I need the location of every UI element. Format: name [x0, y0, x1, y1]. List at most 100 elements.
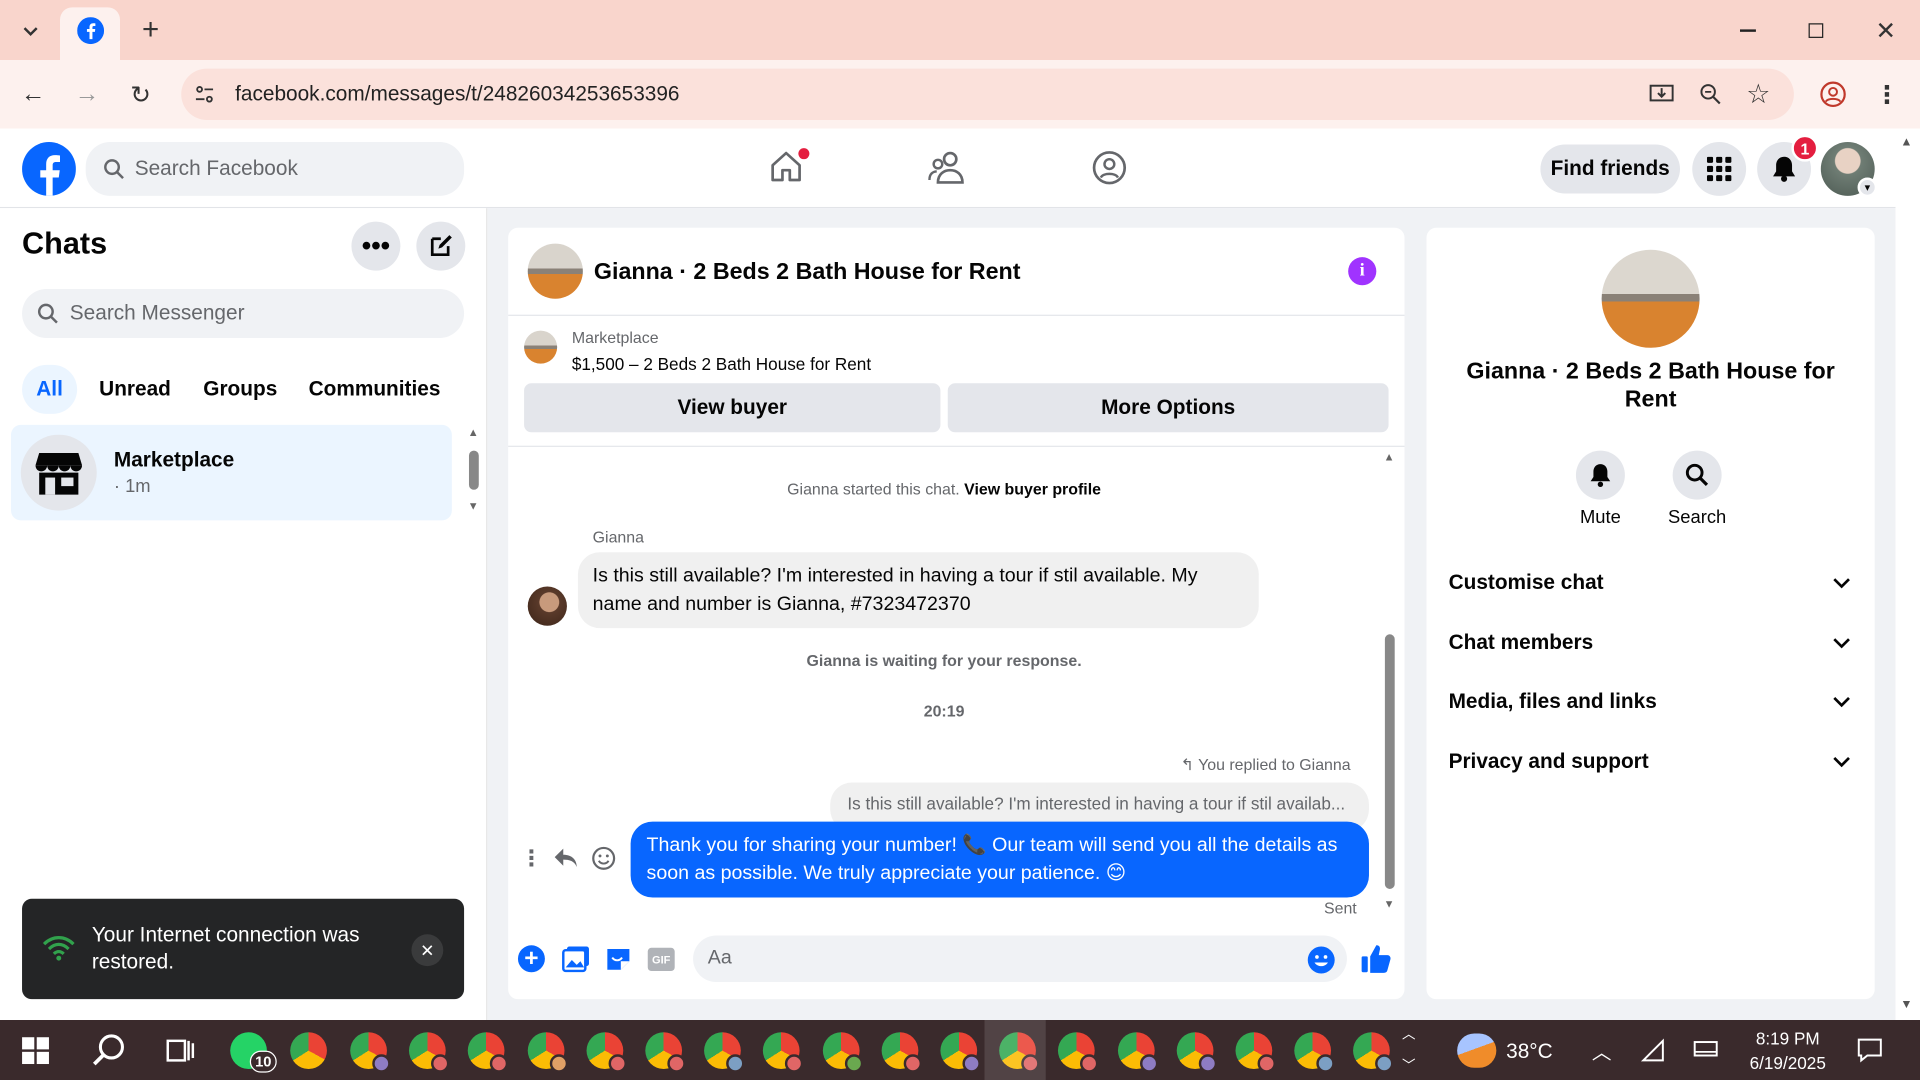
- back-icon[interactable]: ←: [17, 78, 49, 110]
- search-conversation-button[interactable]: [1672, 450, 1722, 500]
- weather-icon[interactable]: [1457, 1033, 1497, 1068]
- chrome-profile-taskbar-icon[interactable]: [1058, 1032, 1099, 1073]
- chrome-profile-taskbar-icon[interactable]: [645, 1032, 686, 1073]
- chrome-profile-taskbar-icon[interactable]: [468, 1032, 509, 1073]
- taskbar-overflow-arrows[interactable]: ︿ ﹀: [1402, 1024, 1419, 1078]
- chrome-profile-taskbar-icon[interactable]: [350, 1032, 391, 1073]
- find-friends-button[interactable]: Find friends: [1540, 144, 1681, 194]
- account-chevron-icon[interactable]: ▾: [1857, 177, 1878, 198]
- react-emoji-icon[interactable]: [591, 846, 616, 870]
- taskbar-clock[interactable]: 8:19 PM 6/19/2025: [1727, 1026, 1849, 1075]
- url-text[interactable]: facebook.com/messages/t/2482603425365339…: [235, 82, 679, 106]
- chrome-profile-taskbar-icon[interactable]: [704, 1032, 745, 1073]
- chrome-profile-taskbar-icon[interactable]: [763, 1032, 804, 1073]
- chrome-profile-taskbar-icon[interactable]: [527, 1032, 568, 1073]
- profile-badge-icon: [608, 1054, 627, 1073]
- view-buyer-profile-link[interactable]: View buyer profile: [964, 480, 1101, 498]
- mute-label: Mute: [1579, 506, 1621, 528]
- menu-button[interactable]: [1692, 142, 1747, 196]
- chrome-profile-taskbar-icon[interactable]: [1294, 1032, 1335, 1073]
- chats-options-button[interactable]: •••: [351, 221, 401, 271]
- listing-thumbnail[interactable]: [524, 330, 558, 364]
- chrome-profile-taskbar-icon[interactable]: [940, 1032, 981, 1073]
- section-customise-chat[interactable]: Customise chat: [1449, 571, 1856, 598]
- browser-tab-facebook[interactable]: [60, 7, 121, 61]
- facebook-logo-icon[interactable]: [22, 142, 76, 196]
- chrome-profile-taskbar-icon[interactable]: [586, 1032, 627, 1073]
- incoming-message[interactable]: Is this still available? I'm interested …: [577, 552, 1259, 629]
- taskbar-search-icon[interactable]: [91, 1032, 128, 1069]
- whatsapp-badge: 10: [249, 1050, 277, 1073]
- new-message-button[interactable]: [416, 221, 466, 271]
- forward-icon[interactable]: →: [71, 78, 103, 110]
- sender-avatar[interactable]: [527, 586, 567, 626]
- display-icon[interactable]: [1693, 1038, 1718, 1060]
- minimize-icon[interactable]: [1731, 15, 1763, 47]
- gif-icon[interactable]: GIF: [647, 947, 675, 972]
- network-icon[interactable]: [1640, 1038, 1668, 1062]
- profile-icon[interactable]: [1817, 78, 1849, 110]
- thread-scrollbar[interactable]: ▲ ▼: [1382, 451, 1399, 914]
- filter-all[interactable]: All: [22, 364, 78, 414]
- page-scrollbar[interactable]: ▲ ▼: [1895, 128, 1920, 1021]
- site-info-icon[interactable]: [191, 81, 218, 108]
- chrome-profile-taskbar-icon[interactable]: [881, 1032, 922, 1073]
- facebook-search-input[interactable]: Search Facebook: [85, 142, 465, 196]
- chrome-profile-taskbar-icon[interactable]: [1117, 1032, 1158, 1073]
- search-label: Search: [1668, 506, 1727, 528]
- more-options-button[interactable]: More Options: [947, 383, 1389, 433]
- chrome-taskbar-icon[interactable]: [290, 1032, 327, 1069]
- thread-avatar[interactable]: [527, 243, 583, 299]
- weather-temp[interactable]: 38°C: [1506, 1040, 1553, 1064]
- browser-menu-icon[interactable]: ⋮: [1871, 78, 1903, 110]
- messenger-search-input[interactable]: Search Messenger: [22, 288, 465, 338]
- chrome-profile-taskbar-icon[interactable]: [1235, 1032, 1276, 1073]
- section-privacy-support[interactable]: Privacy and support: [1449, 749, 1856, 776]
- close-window-icon[interactable]: ✕: [1870, 15, 1902, 47]
- clock-time: 8:19 PM: [1755, 1028, 1820, 1049]
- toast-close-icon[interactable]: ✕: [411, 934, 444, 967]
- reload-icon[interactable]: ↻: [125, 78, 157, 110]
- install-app-icon[interactable]: [1646, 78, 1678, 110]
- chat-list-scrollbar[interactable]: ▲ ▼: [468, 426, 480, 518]
- chat-list-item[interactable]: Marketplace · 1m: [11, 424, 452, 521]
- task-view-icon[interactable]: [165, 1036, 195, 1065]
- mute-button[interactable]: [1575, 450, 1625, 500]
- thread-title[interactable]: Gianna · 2 Beds 2 Bath House for Rent: [594, 260, 1021, 287]
- section-media-files-links[interactable]: Media, files and links: [1449, 689, 1856, 716]
- notification-center-icon[interactable]: [1856, 1036, 1883, 1063]
- message-more-icon[interactable]: ⋮: [520, 846, 542, 870]
- tray-chevron-icon[interactable]: ︿: [1592, 1036, 1612, 1065]
- sticker-icon[interactable]: [605, 945, 632, 972]
- listing-title[interactable]: $1,500 – 2 Beds 2 Bath House for Rent: [572, 354, 871, 374]
- filter-unread[interactable]: Unread: [99, 377, 171, 401]
- groups-icon[interactable]: [1091, 149, 1128, 186]
- filter-groups[interactable]: Groups: [203, 377, 277, 401]
- conversation-info-icon[interactable]: i: [1348, 257, 1377, 286]
- friends-icon[interactable]: [928, 149, 967, 186]
- bookmark-star-icon[interactable]: ☆: [1742, 78, 1774, 110]
- nav-home[interactable]: [768, 148, 810, 187]
- zoom-icon[interactable]: [1695, 78, 1727, 110]
- emoji-picker-icon[interactable]: [1307, 945, 1336, 974]
- chrome-profile-taskbar-icon[interactable]: [1353, 1032, 1394, 1073]
- chrome-profile-taskbar-icon[interactable]: [1176, 1032, 1217, 1073]
- chat-item-time: · 1m: [113, 476, 151, 498]
- info-avatar[interactable]: [1601, 249, 1700, 348]
- restore-icon[interactable]: [1800, 15, 1832, 47]
- messenger-search-placeholder: Search Messenger: [69, 301, 245, 325]
- outgoing-message[interactable]: Thank you for sharing your number! 📞 Our…: [630, 821, 1369, 898]
- new-tab-icon[interactable]: +: [135, 13, 167, 46]
- windows-start-icon[interactable]: [22, 1037, 49, 1065]
- like-icon[interactable]: [1360, 943, 1392, 975]
- tab-list-icon[interactable]: [15, 15, 47, 47]
- section-chat-members[interactable]: Chat members: [1449, 631, 1856, 658]
- view-buyer-button[interactable]: View buyer: [524, 383, 941, 433]
- chrome-profile-taskbar-icon[interactable]: [822, 1032, 863, 1073]
- filter-communities[interactable]: Communities: [309, 377, 441, 401]
- chrome-profile-taskbar-icon[interactable]: [409, 1032, 450, 1073]
- add-attachment-icon[interactable]: +: [517, 945, 545, 973]
- reply-icon[interactable]: [553, 847, 577, 869]
- photo-icon[interactable]: [562, 945, 590, 973]
- message-input[interactable]: Aa: [693, 935, 1347, 983]
